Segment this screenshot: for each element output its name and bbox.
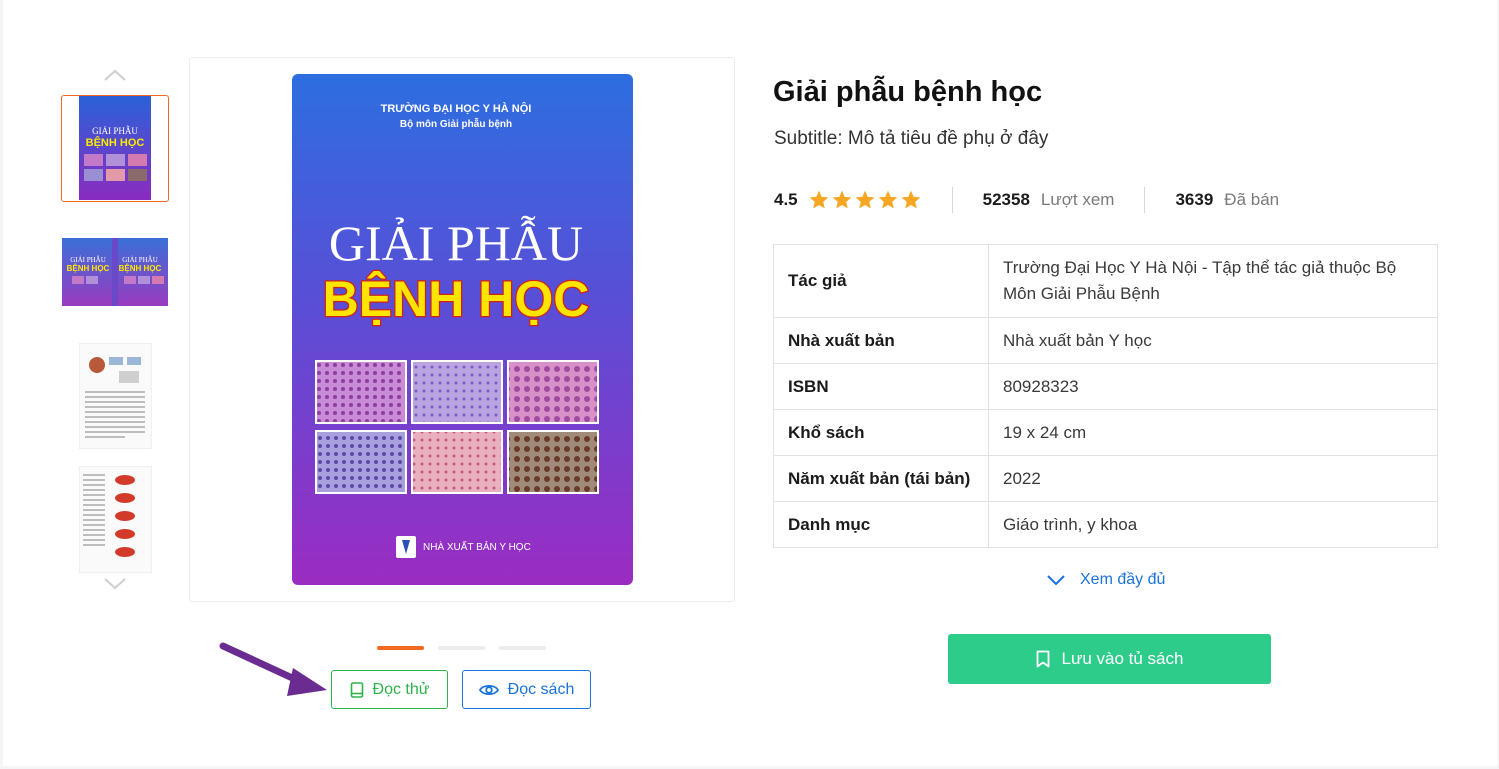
cover-title-line1: GIẢI PHẪU [329, 214, 583, 271]
book-subtitle: Subtitle: Mô tả tiêu đề phụ ở đây [774, 128, 1049, 149]
try-read-button[interactable]: Đọc thử [331, 670, 448, 709]
detail-value: 80928323 [988, 363, 1438, 410]
table-row: Năm xuất bản (tái bản) 2022 [773, 455, 1438, 502]
detail-label: Nhà xuất bản [773, 317, 989, 364]
views-count: 52358 [982, 190, 1030, 209]
chevron-down-icon [1047, 575, 1065, 586]
svg-text:BỆNH HỌC: BỆNH HỌC [67, 264, 110, 273]
svg-text:GIẢI PHẪU: GIẢI PHẪU [92, 126, 138, 136]
star-icon [901, 190, 920, 209]
table-row: ISBN 80928323 [773, 363, 1438, 410]
thumbnail-page-2[interactable] [79, 466, 152, 573]
slide-indicator-1[interactable] [377, 646, 424, 650]
table-row: Tác giả Trường Đại Học Y Hà Nội - Tập th… [773, 244, 1438, 318]
views-label: Lượt xem [1040, 190, 1115, 209]
detail-label: Năm xuất bản (tái bản) [773, 455, 989, 502]
thumbnail-front-cover-image: GIẢI PHẪU BỆNH HỌC [79, 96, 151, 200]
histology-image-3 [507, 360, 599, 424]
thumbnail-page-1[interactable] [79, 343, 152, 449]
book-icon [350, 681, 363, 698]
eye-icon [478, 684, 499, 695]
cover-title-line2: BỆNH HỌC [323, 271, 590, 327]
thumbnail-front-cover[interactable]: GIẢI PHẪU BỆNH HỌC [61, 95, 169, 202]
read-book-button[interactable]: Đọc sách [462, 670, 591, 709]
histology-image-4 [315, 430, 407, 494]
see-more-link[interactable]: Xem đầy đủ [1046, 571, 1165, 589]
annotation-arrow-icon [219, 642, 327, 696]
see-more-label: Xem đầy đủ [1080, 571, 1166, 588]
histology-image-1 [315, 360, 407, 424]
svg-text:GIẢI PHẪU: GIẢI PHẪU [70, 256, 106, 264]
book-title: Giải phẫu bệnh học [773, 76, 1043, 108]
detail-label: Danh mục [773, 501, 989, 548]
detail-value: 2022 [988, 455, 1438, 502]
slide-indicator-2[interactable] [438, 646, 485, 650]
bookmark-icon [1036, 650, 1049, 668]
book-cover-image[interactable]: TRƯỜNG ĐẠI HỌC Y HÀ NỘI Bộ môn Giải phẫu… [292, 74, 633, 585]
thumbnail-full-cover-image: GIẢI PHẪU BỆNH HỌC GIẢI PHẪU BỆNH HỌC [62, 238, 168, 306]
chevron-up-icon[interactable] [103, 68, 127, 82]
histology-image-5 [411, 430, 503, 494]
slide-indicator-3[interactable] [499, 646, 546, 650]
histology-image-6 [507, 430, 599, 494]
detail-value: Nhà xuất bản Y học [988, 317, 1438, 364]
book-details-table: Tác giả Trường Đại Học Y Hà Nội - Tập th… [773, 244, 1438, 548]
read-book-label: Đọc sách [507, 680, 575, 698]
detail-label: ISBN [773, 363, 989, 410]
detail-value: Trường Đại Học Y Hà Nội - Tập thể tác gi… [988, 244, 1438, 318]
save-to-bookshelf-button[interactable]: Lưu vào tủ sách [948, 634, 1271, 684]
star-icon [832, 190, 851, 209]
table-row: Danh mục Giáo trình, y khoa [773, 501, 1438, 548]
svg-text:BỆNH HỌC: BỆNH HỌC [119, 264, 162, 273]
publisher-logo-icon [396, 536, 416, 558]
rating-value: 4.5 [774, 190, 798, 209]
detail-label: Tác giả [773, 244, 989, 318]
star-icon [878, 190, 897, 209]
table-row: Nhà xuất bản Nhà xuất bản Y học [773, 317, 1438, 364]
detail-value: Giáo trình, y khoa [988, 501, 1438, 548]
svg-text:BỆNH HỌC: BỆNH HỌC [86, 136, 145, 149]
histology-image-2 [411, 360, 503, 424]
save-label: Lưu vào tủ sách [1061, 649, 1184, 668]
star-icon [855, 190, 874, 209]
star-icon [809, 190, 828, 209]
divider [1144, 187, 1146, 213]
thumbnail-full-cover[interactable]: GIẢI PHẪU BỆNH HỌC GIẢI PHẪU BỆNH HỌC [62, 238, 168, 306]
divider [951, 187, 953, 213]
table-row: Khổ sách 19 x 24 cm [773, 409, 1438, 456]
rating-stars [808, 189, 922, 211]
thumbnail-page-1-image [79, 343, 152, 449]
detail-label: Khổ sách [773, 409, 989, 456]
thumbnail-page-2-image [79, 466, 152, 573]
cover-background [292, 74, 633, 585]
cover-publisher: NHÀ XUẤT BẢN Y HỌC [423, 540, 531, 553]
sold-count: 3639 [1175, 190, 1214, 209]
sold-label: Đã bán [1224, 190, 1280, 209]
svg-text:GIẢI PHẪU: GIẢI PHẪU [122, 256, 158, 264]
cover-school: TRƯỜNG ĐẠI HỌC Y HÀ NỘI [381, 102, 532, 115]
chevron-down-icon[interactable] [103, 577, 127, 591]
book-stats: 4.5 52358 Lượt xem 3639 Đã bán [774, 186, 1279, 214]
detail-value: 19 x 24 cm [988, 409, 1438, 456]
cover-department: Bộ môn Giải phẫu bệnh [400, 117, 512, 130]
try-read-label: Đọc thử [372, 680, 430, 698]
